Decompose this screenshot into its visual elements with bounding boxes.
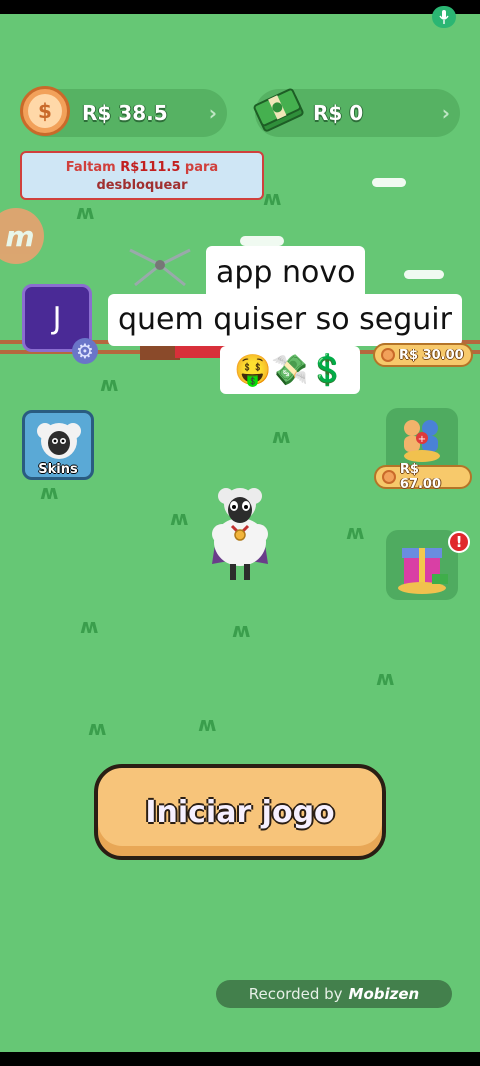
gear-icon[interactable]: ⚙ <box>72 338 98 364</box>
cash-icon <box>252 86 306 136</box>
grass-tuft: ʍ <box>263 186 282 210</box>
unlock-tooltip: Faltam R$111.5 para desbloquear <box>20 151 264 200</box>
skins-label: Skins <box>38 462 78 477</box>
grass-tuft: ʍ <box>88 716 107 740</box>
grass-tuft: ʍ <box>198 712 217 736</box>
caption-line2: quem quiser so seguir <box>108 294 462 346</box>
coins-amount: R$ 38.5 <box>82 101 168 125</box>
avatar-letter: J <box>52 300 62 336</box>
grass-tuft: ʍ <box>376 666 395 690</box>
cash-amount: R$ 0 <box>313 101 364 125</box>
cloud <box>372 178 406 187</box>
grass-tuft: ʍ <box>40 480 59 504</box>
chevron-right-icon: › <box>441 101 450 125</box>
unlock-tooltip-line2: desbloquear <box>96 178 188 193</box>
mic-icon <box>432 6 456 28</box>
friends-icon: + <box>404 420 440 462</box>
chevron-right-icon: › <box>208 101 217 125</box>
skins-button[interactable]: Skins <box>22 410 94 480</box>
grass-tuft: ʍ <box>272 424 291 448</box>
caption-emojis: 🤑💸💲 <box>220 346 360 394</box>
coin-icon: $ <box>20 86 70 136</box>
grass-tuft: ʍ <box>80 614 99 638</box>
coin-icon <box>381 348 395 362</box>
navigation-bar <box>0 1052 480 1066</box>
recorder-watermark: Recorded by Mobizen <box>216 980 452 1008</box>
status-bar <box>0 0 480 14</box>
gift-icon <box>398 548 448 594</box>
grass-tuft: ʍ <box>100 372 119 396</box>
reward-price-1[interactable]: R$ 30.00 <box>373 343 473 367</box>
grass-tuft: ʍ <box>232 618 251 642</box>
start-game-label: Iniciar jogo <box>145 794 335 830</box>
grass-tuft: ʍ <box>170 506 189 530</box>
grass-tuft: ʍ <box>346 520 365 544</box>
svg-text:+: + <box>418 434 426 445</box>
grass-tuft: ʍ <box>76 200 95 224</box>
unlock-tooltip-line1: Faltam R$111.5 para <box>65 160 219 175</box>
sheep-icon <box>37 423 81 459</box>
notification-badge: ! <box>448 531 470 553</box>
caption-line1: app novo <box>206 246 366 300</box>
coin-icon <box>382 470 396 484</box>
start-game-button[interactable]: Iniciar jogo <box>94 764 386 860</box>
sheep-character <box>204 484 276 584</box>
reward-price-2[interactable]: R$ 67.00 <box>374 462 472 492</box>
